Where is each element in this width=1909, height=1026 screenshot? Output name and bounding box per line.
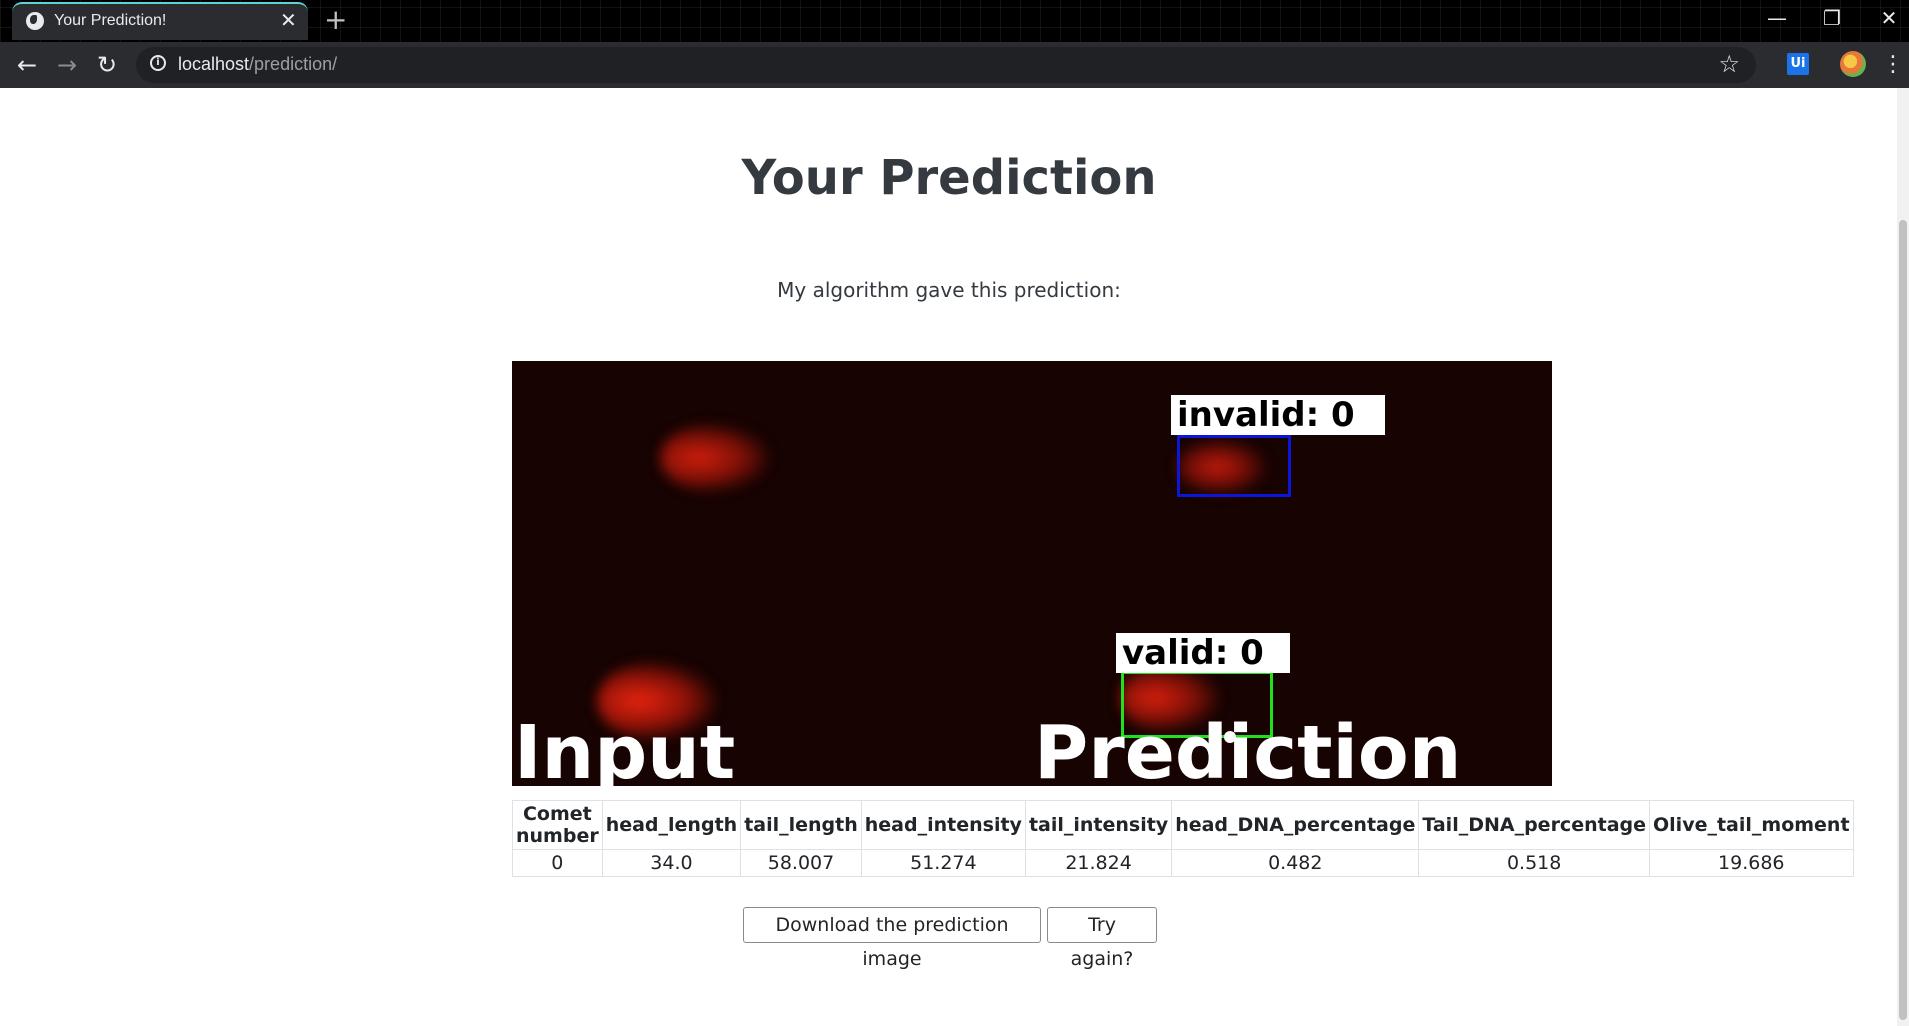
table-cell: 0.518 — [1418, 849, 1651, 877]
restore-icon[interactable]: ❐ — [1812, 4, 1852, 32]
table-header-row: Comet number head_length tail_length hea… — [512, 800, 1854, 850]
invalid-label: invalid: 0 — [1171, 395, 1385, 435]
table-cell: 0 — [512, 849, 603, 877]
url-host: localhost — [178, 54, 250, 74]
column-header: Tail_DNA_percentage — [1418, 800, 1651, 850]
prediction-caption: Prediction — [1034, 710, 1462, 786]
results-table: Comet number head_length tail_length hea… — [512, 800, 1854, 877]
prediction-image: invalid: 0 valid: 0 Input Prediction — [512, 361, 1552, 786]
valid-label: valid: 0 — [1116, 633, 1290, 673]
scrollbar-thumb[interactable] — [1899, 220, 1907, 1020]
column-header: Olive_tail_moment — [1649, 800, 1854, 850]
address-bar[interactable]: i localhost/prediction/ ☆ — [136, 47, 1756, 83]
more-menu-icon[interactable]: ⋮ — [1882, 50, 1904, 80]
table-cell: 51.274 — [860, 849, 1026, 877]
new-tab-button[interactable]: + — [324, 6, 347, 34]
close-window-icon[interactable]: ✕ — [1869, 4, 1909, 32]
table-cell: 19.686 — [1649, 849, 1854, 877]
browser-tab[interactable]: Your Prediction! ✕ — [12, 2, 308, 40]
scrollbar[interactable] — [1897, 88, 1909, 1026]
tab-title: Your Prediction! — [54, 12, 167, 29]
comet-blob — [660, 423, 770, 493]
lead-text: My algorithm gave this prediction: — [777, 278, 1121, 302]
info-icon[interactable]: i — [150, 55, 166, 71]
table-row: 0 34.0 58.007 51.274 21.824 0.482 0.518 … — [512, 849, 1854, 877]
profile-avatar[interactable] — [1840, 51, 1866, 77]
column-header: head_intensity — [860, 800, 1026, 850]
download-image-button[interactable]: Download the prediction image — [743, 907, 1041, 970]
url-text[interactable]: localhost/prediction/ — [178, 54, 337, 75]
minimize-icon[interactable]: — — [1757, 4, 1797, 32]
table-cell: 34.0 — [601, 849, 742, 877]
invalid-detection-box — [1177, 435, 1291, 497]
input-caption: Input — [514, 710, 736, 786]
page-title: Your Prediction — [741, 150, 1157, 206]
close-tab-icon[interactable]: ✕ — [280, 10, 297, 30]
forward-arrow-icon[interactable]: → — [52, 50, 82, 80]
reload-icon[interactable]: ↻ — [92, 50, 122, 80]
column-header: Comet number — [512, 800, 603, 850]
browser-chrome: Your Prediction! ✕ + — ❐ ✕ ← → ↻ i local… — [0, 0, 1909, 88]
bookmark-star-icon[interactable]: ☆ — [1718, 50, 1740, 78]
table-cell: 21.824 — [1024, 849, 1173, 877]
column-header: head_DNA_percentage — [1171, 800, 1420, 850]
table-cell: 0.482 — [1171, 849, 1420, 877]
extension-icon[interactable]: Ui — [1787, 53, 1809, 75]
column-header: tail_length — [740, 800, 862, 850]
url-path: /prediction/ — [249, 54, 338, 74]
try-again-button[interactable]: Try again? — [1047, 907, 1157, 970]
globe-icon — [26, 12, 44, 30]
column-header: head_length — [601, 800, 742, 850]
back-arrow-icon[interactable]: ← — [12, 50, 42, 80]
table-cell: 58.007 — [740, 849, 862, 877]
column-header: tail_intensity — [1024, 800, 1173, 850]
browser-toolbar: ← → ↻ i localhost/prediction/ ☆ Ui ⋮ — [0, 42, 1909, 88]
